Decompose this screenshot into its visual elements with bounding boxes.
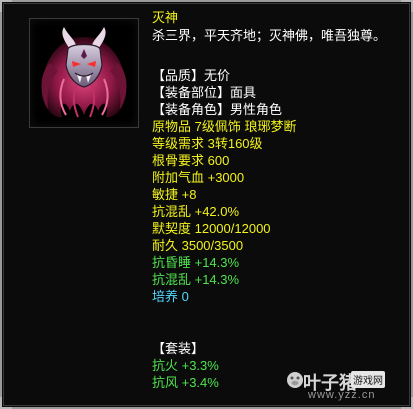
attr-resist-chaos-bonus: 抗混乱 +14.3%	[152, 272, 240, 287]
item-icon-frame	[29, 18, 139, 128]
attr-role: 【装备角色】男性角色	[152, 102, 283, 117]
attr-cultivation: 培养 0	[152, 289, 189, 304]
attr-resist-chaos: 抗混乱 +42.0%	[152, 204, 240, 219]
set-title: 【套装】	[152, 341, 205, 356]
attr-level-requirement: 等级需求 3转160级	[152, 136, 263, 151]
item-description: 杀三界，平天齐地；灭神佛，唯吾独尊。	[152, 28, 387, 43]
attr-slot: 【装备部位】面具	[152, 85, 257, 100]
attr-rapport: 默契度 12000/12000	[152, 221, 271, 236]
corner-decoration	[0, 0, 12, 12]
demon-mask-icon	[41, 27, 127, 118]
attr-agility: 敏捷 +8	[152, 187, 197, 202]
watermark-tag: 游戏网	[351, 371, 385, 388]
attr-constitution-requirement: 根骨要求 600	[152, 153, 230, 168]
attr-quality: 【品质】无价	[152, 68, 231, 83]
attr-origin-item: 原物品 7级佩饰 琅琊梦断	[152, 119, 297, 134]
pig-logo-icon	[287, 372, 303, 388]
set-item-fire-resist: 抗火 +3.3%	[152, 358, 219, 373]
corner-decoration	[401, 0, 413, 12]
watermark-url: www.yzz.cn	[308, 389, 376, 401]
site-watermark: 叶子猪 游戏网 www.yzz.cn	[285, 365, 407, 405]
item-tooltip-panel: 灭神 杀三界，平天齐地；灭神佛，唯吾独尊。 【品质】无价 【装备部位】面具 【装…	[0, 0, 413, 409]
corner-decoration	[0, 397, 12, 409]
attr-resist-sleep: 抗昏睡 +14.3%	[152, 255, 240, 270]
item-name: 灭神	[152, 10, 179, 25]
attr-durability: 耐久 3500/3500	[152, 238, 244, 253]
set-item-wind-resist: 抗风 +3.4%	[152, 375, 219, 390]
attr-bonus-hp: 附加气血 +3000	[152, 170, 245, 185]
